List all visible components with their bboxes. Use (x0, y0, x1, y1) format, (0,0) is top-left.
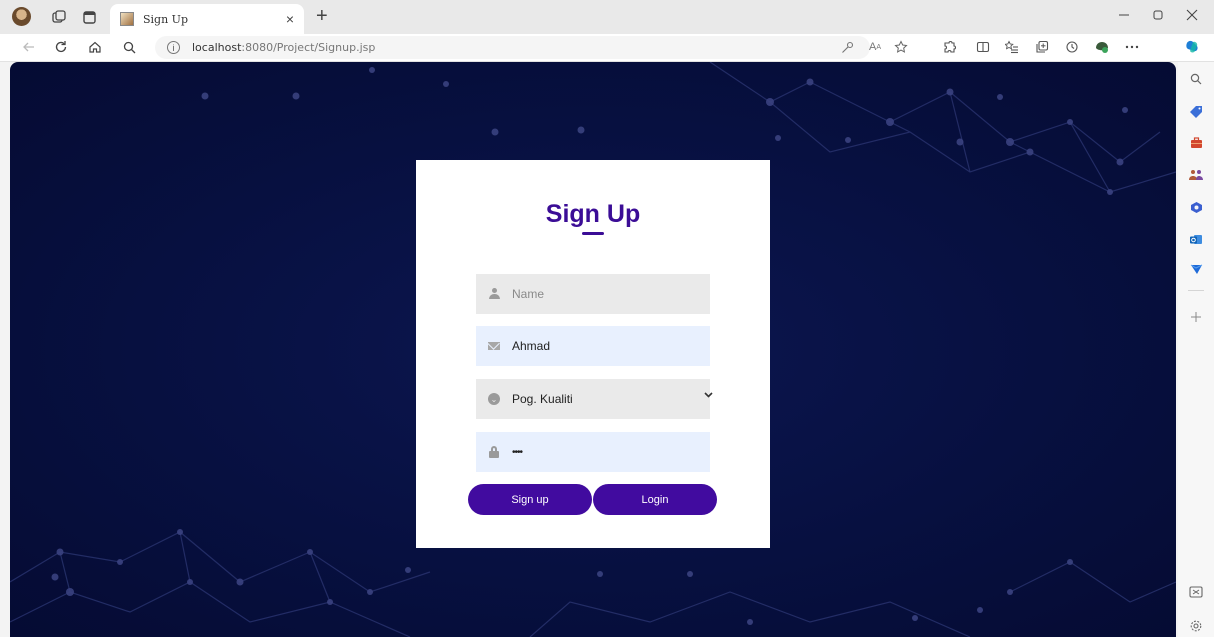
url-host: localhost (192, 41, 242, 54)
split-window-icon[interactable] (1187, 583, 1205, 601)
page-viewport: Sign Up Ahmad ⌄ Pog. Kualiti •••• Sign u… (10, 62, 1176, 637)
extension-badge-icon[interactable] (1093, 38, 1111, 56)
close-window-icon[interactable] (1186, 8, 1198, 24)
chevron-circle-icon: ⌄ (476, 393, 512, 405)
password-field[interactable]: •••• (476, 432, 710, 472)
page-title: Sign Up (545, 200, 641, 228)
tab-close-icon[interactable]: × (286, 11, 294, 27)
email-value[interactable]: Ahmad (512, 339, 550, 353)
sidebar-settings-icon[interactable] (1187, 617, 1205, 635)
refresh-icon[interactable] (52, 38, 70, 56)
edge-sidebar (1178, 62, 1214, 637)
read-aloud-icon[interactable]: AA (866, 38, 884, 56)
shopping-tag-icon[interactable] (1187, 102, 1205, 120)
history-icon[interactable] (1063, 38, 1081, 56)
site-info-icon[interactable]: i (167, 41, 180, 54)
signup-card: Sign Up Ahmad ⌄ Pog. Kualiti •••• Sign u… (416, 160, 770, 548)
role-select[interactable]: ⌄ Pog. Kualiti (476, 379, 713, 419)
login-button[interactable]: Login (593, 484, 717, 515)
search-icon[interactable] (120, 38, 138, 56)
workspaces-icon[interactable] (50, 8, 68, 26)
role-selected-value[interactable]: Pog. Kualiti (512, 392, 573, 406)
new-tab-button[interactable]: + (316, 5, 328, 28)
address-bar[interactable]: i localhost:8080/Project/Signup.jsp (155, 36, 870, 59)
url-text[interactable]: localhost:8080/Project/Signup.jsp (192, 41, 375, 54)
extensions-icon[interactable] (940, 38, 958, 56)
user-icon (476, 288, 512, 300)
sidebar-search-icon[interactable] (1187, 70, 1205, 88)
back-icon[interactable] (20, 38, 38, 56)
favorites-list-icon[interactable] (1003, 38, 1021, 56)
site-favicon-icon (120, 12, 134, 26)
split-screen-icon[interactable] (974, 38, 992, 56)
password-key-icon[interactable] (838, 38, 856, 56)
tab-actions-icon[interactable] (80, 8, 98, 26)
lock-icon (476, 446, 512, 458)
url-path: :8080/Project/Signup.jsp (241, 41, 376, 54)
collections-icon[interactable] (1033, 38, 1051, 56)
profile-avatar[interactable] (12, 7, 31, 26)
password-value[interactable]: •••• (512, 447, 523, 458)
name-field[interactable] (476, 274, 710, 314)
outlook-icon[interactable] (1187, 230, 1205, 248)
email-field[interactable]: Ahmad (476, 326, 710, 366)
tools-briefcase-icon[interactable] (1187, 134, 1205, 152)
name-input[interactable] (512, 274, 692, 314)
office-icon[interactable] (1187, 198, 1205, 216)
sidebar-separator (1188, 290, 1204, 291)
restore-icon[interactable] (1152, 8, 1164, 24)
more-menu-icon[interactable] (1123, 38, 1141, 56)
copilot-icon[interactable] (1183, 38, 1201, 56)
drop-icon[interactable] (1187, 260, 1205, 278)
favorite-star-icon[interactable] (892, 38, 910, 56)
people-icon[interactable] (1187, 166, 1205, 184)
signup-button[interactable]: Sign up (468, 484, 592, 515)
minimize-icon[interactable] (1118, 8, 1130, 24)
active-tab[interactable]: Sign Up × (110, 4, 304, 34)
add-sidebar-app-icon[interactable] (1187, 308, 1205, 326)
home-icon[interactable] (86, 38, 104, 56)
title-underline (582, 232, 604, 235)
envelope-icon (476, 342, 512, 350)
tab-title: Sign Up (143, 12, 188, 26)
address-toolbar: i localhost:8080/Project/Signup.jsp AA (0, 34, 1214, 62)
tab-bar: Sign Up × + (0, 0, 1214, 34)
